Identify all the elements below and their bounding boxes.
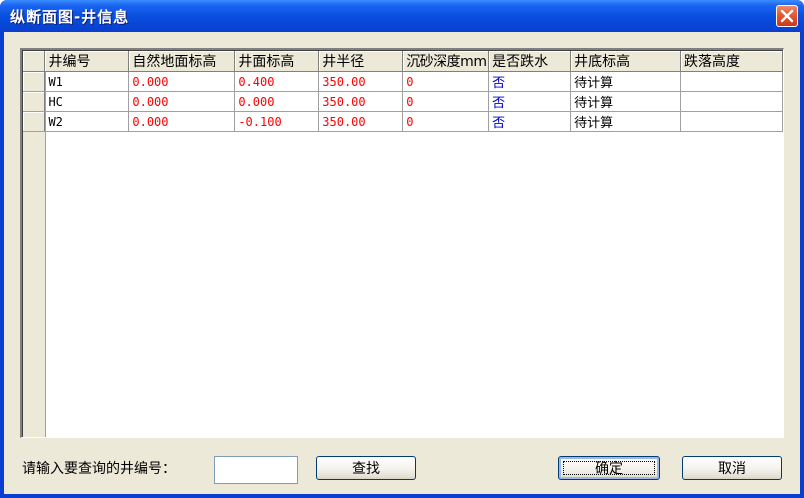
cell-well-bottom-elevation[interactable]: 待计算 [570,111,682,132]
find-button[interactable]: 查找 [316,456,416,480]
close-button[interactable] [776,5,798,27]
table-row[interactable]: W1 0.000 0.400 350.00 0 否 待计算 [23,71,783,92]
cell-drop-flag[interactable]: 否 [488,71,572,92]
column-header[interactable]: 井编号 [44,51,130,72]
bottom-bar: 请输入要查询的井编号： 查找 确定 取消 [4,444,800,494]
cell-sediment-depth[interactable]: 0 [402,91,490,112]
cell-well-id[interactable]: W1 [44,71,130,92]
search-label: 请输入要查询的井编号： [22,461,176,477]
window-title: 纵断面图-井信息 [10,8,130,26]
table-row[interactable]: W2 0.000 -0.100 350.00 0 否 待计算 [23,111,783,132]
column-header[interactable]: 自然地面标高 [128,51,236,72]
cell-drop-height[interactable] [680,91,783,112]
ok-button[interactable]: 确定 [558,456,660,480]
well-info-table: 井编号 自然地面标高 井面标高 井半径 沉砂深度mm 是否跌水 井底标高 跌落高… [23,51,783,132]
column-header[interactable]: 井面标高 [234,51,320,72]
cell-sediment-depth[interactable]: 0 [402,111,490,132]
column-header[interactable]: 沉砂深度mm [402,51,490,72]
cell-ground-elevation[interactable]: 0.000 [128,71,236,92]
column-header[interactable]: 是否跌水 [488,51,572,72]
cell-sediment-depth[interactable]: 0 [402,71,490,92]
cancel-button[interactable]: 取消 [682,456,782,480]
cell-well-top-elevation[interactable]: 0.000 [234,91,320,112]
header-row: 井编号 自然地面标高 井面标高 井半径 沉砂深度mm 是否跌水 井底标高 跌落高… [23,51,783,72]
cell-well-radius[interactable]: 350.00 [318,71,404,92]
well-info-grid[interactable]: 井编号 自然地面标高 井面标高 井半径 沉砂深度mm 是否跌水 井底标高 跌落高… [20,48,784,438]
row-selector[interactable] [23,71,46,92]
dialog-window: 纵断面图-井信息 井编号 自然地面标高 井面标高 井半径 沉砂深度mm 是否跌水… [0,0,804,498]
grid-body: 井编号 自然地面标高 井面标高 井半径 沉砂深度mm 是否跌水 井底标高 跌落高… [22,50,783,437]
cell-drop-height[interactable] [680,71,783,92]
corner-header [23,51,46,72]
row-selector[interactable] [23,111,46,132]
focus-rectangle [563,461,655,475]
cell-drop-flag[interactable]: 否 [488,91,572,112]
close-icon [780,9,794,23]
column-header[interactable]: 跌落高度 [680,51,783,72]
title-bar[interactable]: 纵断面图-井信息 [0,0,804,32]
cell-well-radius[interactable]: 350.00 [318,91,404,112]
cell-well-id[interactable]: HC [44,91,130,112]
cell-well-top-elevation[interactable]: -0.100 [234,111,320,132]
column-header[interactable]: 井底标高 [570,51,682,72]
dialog-client-area: 井编号 自然地面标高 井面标高 井半径 沉砂深度mm 是否跌水 井底标高 跌落高… [4,32,800,494]
well-id-search-input[interactable] [214,456,298,484]
cell-well-bottom-elevation[interactable]: 待计算 [570,91,682,112]
cell-well-top-elevation[interactable]: 0.400 [234,71,320,92]
cell-ground-elevation[interactable]: 0.000 [128,91,236,112]
row-selector[interactable] [23,91,46,112]
cell-ground-elevation[interactable]: 0.000 [128,111,236,132]
column-header[interactable]: 井半径 [318,51,404,72]
cell-well-id[interactable]: W2 [44,111,130,132]
cell-drop-height[interactable] [680,111,783,132]
cell-well-bottom-elevation[interactable]: 待计算 [570,71,682,92]
table-row[interactable]: HC 0.000 0.000 350.00 0 否 待计算 [23,91,783,112]
cell-well-radius[interactable]: 350.00 [318,111,404,132]
cell-drop-flag[interactable]: 否 [488,111,572,132]
